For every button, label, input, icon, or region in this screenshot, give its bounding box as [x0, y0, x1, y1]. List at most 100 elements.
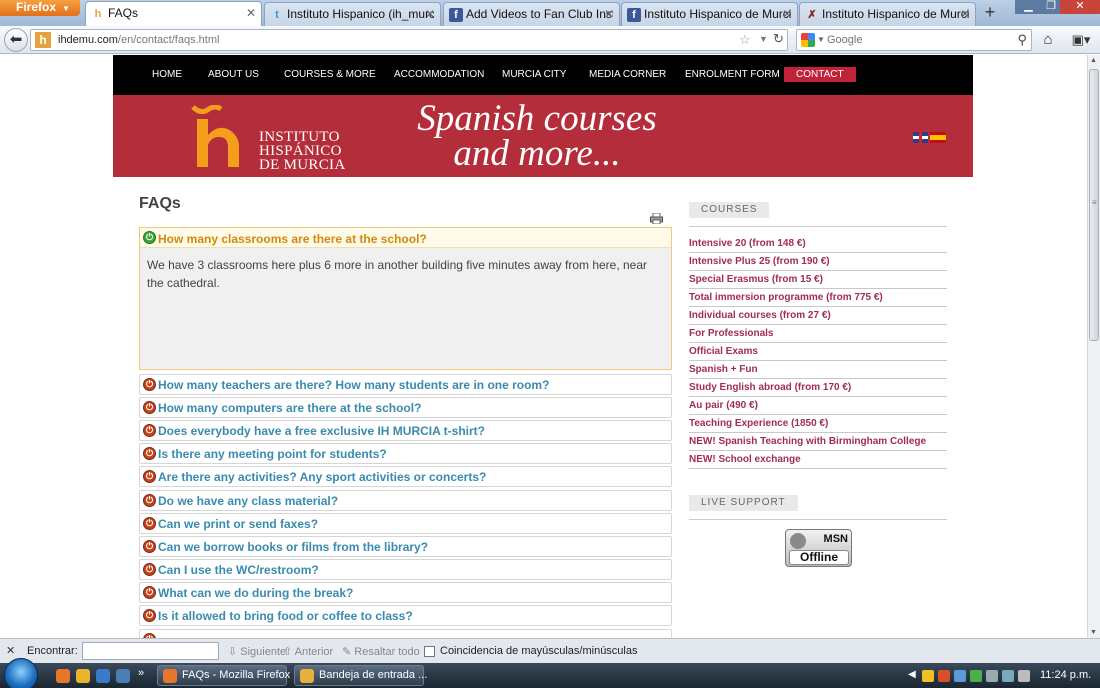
faq-question[interactable]: How many computers are there at the scho… — [158, 401, 421, 415]
course-link[interactable]: For Professionals — [689, 325, 947, 343]
scroll-down-icon[interactable]: ▼ — [1090, 629, 1097, 636]
faq-item[interactable]: ⏻ How many teachers are there? How many s… — [139, 374, 672, 395]
course-link[interactable]: Teaching Experience (1850 €) — [689, 415, 947, 433]
taskbar-firefox-window[interactable]: FAQs - Mozilla Firefox — [157, 665, 290, 686]
match-case-checkbox[interactable] — [424, 646, 435, 657]
history-dropdown-icon[interactable]: ▼ — [759, 34, 768, 44]
tray-app-icon[interactable] — [938, 670, 950, 682]
faq-item[interactable]: ⏻ What can we do during the break? — [139, 582, 672, 603]
close-icon[interactable]: ✕ — [6, 644, 15, 657]
ih-logo-icon[interactable] — [189, 105, 247, 169]
bookmark-star-icon[interactable]: ☆ — [739, 32, 751, 48]
faq-item[interactable]: ⏻ Does everybody have a free exclusive IH… — [139, 420, 672, 441]
ie-quicklaunch-icon[interactable] — [96, 669, 110, 683]
browser-tab-facebook-videos[interactable]: f Add Videos to Fan Club Instit... ✕ — [443, 2, 620, 26]
faq-question[interactable]: How many teachers are there? How many st… — [158, 378, 549, 392]
nav-murcia-city[interactable]: MURCIA CITY — [502, 69, 566, 80]
chevron-left-icon[interactable]: ◀ — [908, 669, 916, 680]
faq-item[interactable]: ⏻ Do we have any class material? — [139, 490, 672, 511]
network-icon[interactable] — [1002, 670, 1014, 682]
taskbar-inbox-window[interactable]: Bandeja de entrada ... — [294, 665, 427, 686]
nav-about-us[interactable]: ABOUT US — [208, 69, 259, 80]
start-button[interactable] — [4, 658, 38, 688]
course-link[interactable]: Total immersion programme (from 775 €) — [689, 289, 947, 307]
course-link[interactable]: Special Erasmus (from 15 €) — [689, 271, 947, 289]
scroll-up-icon[interactable]: ▲ — [1090, 57, 1097, 64]
faq-item[interactable]: ⏻ Can I use the WC/restroom? — [139, 559, 672, 580]
tray-app-icon[interactable] — [970, 670, 982, 682]
faq-item[interactable]: ⏻ Are there any activities? Any sport act… — [139, 466, 672, 487]
faq-question[interactable]: Does everybody have a free exclusive IH … — [158, 424, 485, 438]
faq-item[interactable]: ⏻ Can we print or send faxes? — [139, 513, 672, 534]
faq-question[interactable]: Is there any meeting point for students? — [158, 447, 387, 461]
nav-enrolment-form[interactable]: ENROLMENT FORM — [685, 69, 780, 80]
page-scrollbar[interactable]: ▲ ≡ ▼ — [1087, 55, 1100, 638]
new-tab-button[interactable]: + — [979, 3, 1001, 23]
minimize-window-button[interactable]: ▁ — [1015, 0, 1042, 14]
nav-accommodation[interactable]: ACCOMMODATION — [394, 69, 484, 80]
faq-item[interactable]: ⏻ Is it allowed to bring food or coffee t… — [139, 605, 672, 626]
find-next-button[interactable]: ⇩ Siguiente — [228, 645, 286, 658]
faq-question-header[interactable]: ⏻ How many classrooms are there at the s… — [140, 228, 671, 248]
faq-item[interactable]: ⏻ How many computers are there at the sch… — [139, 397, 672, 418]
url-text[interactable]: ihdemu.com/en/contact/faqs.html — [58, 34, 219, 46]
course-link[interactable]: NEW! School exchange — [689, 451, 947, 469]
tray-app-icon[interactable] — [986, 670, 998, 682]
close-tab-icon[interactable]: ✕ — [425, 7, 435, 21]
match-case-label[interactable]: Coincidencia de mayúsculas/minúsculas — [440, 645, 637, 657]
folder-quicklaunch-icon[interactable] — [76, 669, 90, 683]
browser-tab-facebook-page[interactable]: f Instituto Hispanico de Murcia ✕ — [621, 2, 798, 26]
tray-app-icon[interactable] — [922, 670, 934, 682]
addons-menu-button[interactable]: ▣▾ — [1068, 30, 1094, 50]
faq-question[interactable]: Can we print or send faxes? — [158, 517, 318, 531]
course-link[interactable]: NEW! Spanish Teaching with Birmingham Co… — [689, 433, 947, 451]
back-button[interactable]: ⬅ — [4, 28, 28, 52]
faq-item[interactable]: ⏻ Can we borrow books or films from the l… — [139, 536, 672, 557]
course-link[interactable]: Intensive Plus 25 (from 190 €) — [689, 253, 947, 271]
find-previous-button[interactable]: ⇧ Anterior — [283, 645, 333, 658]
reload-icon[interactable]: ↻ — [773, 31, 784, 47]
nav-home[interactable]: HOME — [152, 69, 182, 80]
home-button[interactable]: ⌂ — [1038, 30, 1058, 50]
google-icon[interactable] — [801, 33, 815, 47]
nav-courses[interactable]: COURSES & MORE — [284, 69, 376, 80]
faq-item[interactable]: ⏻ Is there any meeting point for students… — [139, 443, 672, 464]
course-link[interactable]: Spanish + Fun — [689, 361, 947, 379]
tray-app-icon[interactable] — [954, 670, 966, 682]
course-link[interactable]: Intensive 20 (from 148 €) — [689, 235, 947, 253]
nav-media-corner[interactable]: MEDIA CORNER — [589, 69, 666, 80]
nav-contact[interactable]: CONTACT — [784, 67, 856, 82]
course-link[interactable]: Official Exams — [689, 343, 947, 361]
volume-icon[interactable] — [1018, 670, 1030, 682]
highlight-all-button[interactable]: ✎ Resaltar todo — [342, 645, 420, 658]
faq-question[interactable]: Can I use the WC/restroom? — [158, 563, 319, 577]
desktop-quicklaunch-icon[interactable] — [116, 669, 130, 683]
faq-question[interactable]: How many classrooms are there at the sch… — [158, 232, 427, 246]
course-link[interactable]: Au pair (490 €) — [689, 397, 947, 415]
spanish-flag-icon[interactable] — [930, 132, 946, 143]
msn-status-button[interactable]: MSN Offline — [785, 529, 852, 567]
faq-question[interactable]: What can we do during the break? — [158, 586, 353, 600]
faq-item-partial[interactable]: ⏻ — [139, 629, 672, 638]
chevron-right-icon[interactable]: » — [138, 667, 144, 679]
faq-question[interactable]: Can we borrow books or films from the li… — [158, 540, 428, 554]
firefox-menu-button[interactable]: Firefox ▼ — [0, 0, 80, 16]
search-input[interactable] — [827, 32, 1007, 48]
clock[interactable]: 11:24 p.m. — [1040, 669, 1091, 681]
firefox-quicklaunch-icon[interactable] — [56, 669, 70, 683]
close-tab-icon[interactable]: ✕ — [246, 6, 256, 20]
close-tab-icon[interactable]: ✕ — [782, 7, 792, 21]
english-flag-icon[interactable] — [913, 132, 928, 143]
course-link[interactable]: Study English abroad (from 170 €) — [689, 379, 947, 397]
find-input[interactable] — [82, 642, 219, 660]
browser-tab-twitter[interactable]: t Instituto Hispanico (ih_murci... ✕ — [264, 2, 441, 26]
faq-question[interactable]: Do we have any class material? — [158, 494, 338, 508]
close-tab-icon[interactable]: ✕ — [604, 7, 614, 21]
close-window-button[interactable]: ✕ — [1060, 0, 1100, 14]
print-icon[interactable] — [650, 213, 663, 224]
url-bar[interactable]: h ihdemu.com/en/contact/faqs.html ☆ ▼ ↻ — [30, 29, 788, 51]
maximize-window-button[interactable]: ❐ — [1042, 0, 1060, 14]
browser-tab-faqs[interactable]: h FAQs ✕ — [85, 1, 262, 27]
course-link[interactable]: Individual courses (from 27 €) — [689, 307, 947, 325]
close-tab-icon[interactable]: ✕ — [960, 7, 970, 21]
